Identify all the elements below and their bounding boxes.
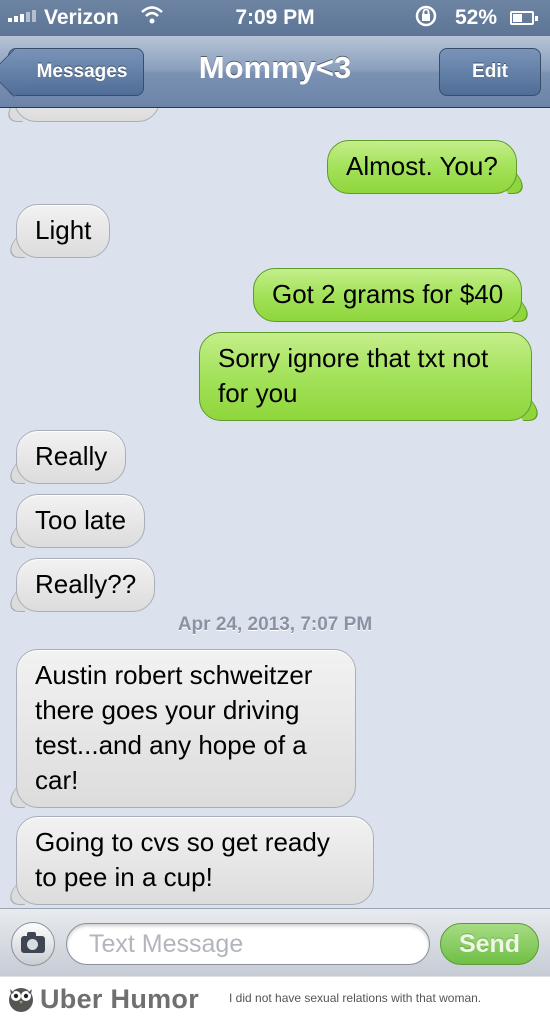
message-bubble-incoming: Going to cvs so get ready to pee in a cu…	[16, 816, 374, 905]
message-bubble-incoming: Austin robert schweitzer there goes your…	[16, 649, 356, 808]
camera-icon	[21, 931, 45, 953]
message-bubble-incoming: Really	[16, 430, 127, 484]
edit-button[interactable]: Edit	[439, 48, 541, 96]
message-bubble-outgoing: Almost. You?	[327, 140, 517, 194]
rotation-lock-icon	[414, 4, 438, 34]
message-bubble-outgoing: Sorry ignore that txt not for you	[199, 332, 532, 421]
send-button-label: Send	[458, 929, 521, 958]
message-composer: Send	[0, 908, 550, 976]
navigation-bar: Messages Mommy<3 Edit	[0, 36, 550, 108]
message-bubble-incoming: Too late	[16, 494, 146, 548]
brand-tagline: I did not have sexual relations with tha…	[229, 991, 482, 1005]
message-timestamp: Apr 24, 2013, 7:07 PM	[177, 614, 373, 635]
message-bubble-incoming: Really??	[16, 558, 156, 612]
brand-name: Uber Humor	[40, 984, 200, 1014]
battery-percentage: 52%	[455, 6, 498, 29]
watermark-footer: Uber Humor I did not have sexual relatio…	[0, 976, 550, 1017]
message-bubble-outgoing: Got 2 grams for $40	[253, 268, 523, 322]
owl-logo-icon	[9, 988, 33, 1012]
camera-button[interactable]	[11, 922, 55, 966]
message-input[interactable]	[66, 923, 430, 965]
send-button[interactable]: Send	[440, 923, 539, 965]
message-thread[interactable]: Almost. You? Light Got 2 grams for $40 S…	[0, 108, 550, 908]
edit-button-label: Edit	[472, 61, 508, 82]
message-bubble-incoming: Light	[16, 204, 111, 258]
battery-icon	[510, 11, 538, 25]
status-bar: Verizon 7:09 PM 52%	[0, 0, 550, 36]
message-bubble-partial	[14, 108, 160, 122]
